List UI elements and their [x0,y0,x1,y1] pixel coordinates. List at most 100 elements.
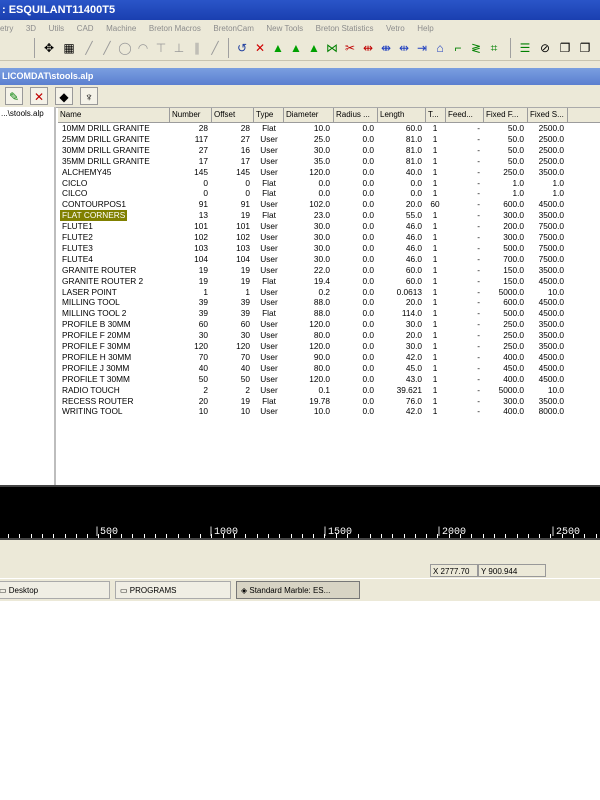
tool-icon[interactable]: ♆ [80,87,98,105]
table-row[interactable]: MILLING TOOL 39 39 User 88.0 0.0 20.0 1 - 600.0 45… [58,297,600,308]
cell-number: 120 [194,341,208,351]
mirror-icon[interactable]: ⋈ [323,39,341,57]
column-header-feed[interactable]: Feed... [446,108,484,122]
table-row[interactable]: CICLO 0 0 Flat 0.0 0.0 0.0 1 - 1.0 1.0 [58,178,600,189]
ruler-tick [30,534,32,538]
menu-3d[interactable]: 3D [26,21,36,36]
table-row[interactable]: RADIO TOUCH 2 2 User 0.1 0.0 39.621 1 - 5000.0 10.… [58,385,600,396]
circle-icon[interactable]: ◯ [116,39,134,57]
column-header-type[interactable]: Type [254,108,284,122]
table-row[interactable]: MILLING TOOL 2 39 39 Flat 88.0 0.0 114.0 1 - 500.… [58,308,600,319]
column-header-fixed-s[interactable]: Fixed S... [528,108,568,122]
table-row[interactable]: GRANITE ROUTER 19 19 User 22.0 0.0 60.0 1 - 150.0… [58,265,600,276]
table-row[interactable]: LASER POINT 1 1 User 0.2 0.0 0.0613 1 - 5000.0 10.… [58,287,600,298]
curve-icon[interactable]: ⌐ [449,39,467,57]
split-icon[interactable]: ⇼ [377,39,395,57]
column-header-t[interactable]: T... [426,108,446,122]
table-row[interactable]: FLUTE1 101 101 User 30.0 0.0 46.0 1 - 200.0 7500.0 [58,221,600,232]
dimension-icon[interactable]: ⊤ [152,39,170,57]
ruler-tick [121,534,122,538]
undo-icon[interactable]: ↺ [233,39,251,57]
column-header-fixed-f[interactable]: Fixed F... [484,108,528,122]
taskbar-desktop[interactable]: ▭ Desktop [0,581,110,599]
table-row[interactable]: PROFILE F 30MM 120 120 User 120.0 0.0 30.0 1 - 25… [58,341,600,352]
table-row[interactable]: 25MM DRILL GRANITE 117 27 User 25.0 0.0 81.0 1 -… [58,134,600,145]
menu-help[interactable]: Help [417,21,433,36]
line-icon[interactable]: ╱ [206,39,224,57]
menu-breton-statistics[interactable]: Breton Statistics [316,21,374,36]
tree-item[interactable]: ...\stools.alp [0,107,54,121]
zigzag-icon[interactable]: ≷ [467,39,485,57]
column-header-diameter[interactable]: Diameter [284,108,334,122]
table-row[interactable]: ALCHEMY45 145 145 User 120.0 0.0 40.0 1 - 250.0 35… [58,167,600,178]
ruler-tick [471,534,473,538]
table-row[interactable]: WRITING TOOL 10 10 User 10.0 0.0 42.0 1 - 400.0 80… [58,406,600,417]
cell-offset: 19 [240,395,250,406]
table-row[interactable]: 30MM DRILL GRANITE 27 16 User 30.0 0.0 81.0 1 - 5… [58,145,600,156]
table-row[interactable]: FLAT CORNERS 13 19 Flat 23.0 0.0 55.0 1 - 300.0 35… [58,210,600,222]
perpendicular-icon[interactable]: ⊥ [170,39,188,57]
taskbar-standard-marble[interactable]: ◈ Standard Marble: ES... [236,581,360,599]
hatch-icon[interactable]: ⊘ [536,39,554,57]
layers-icon[interactable]: ☰ [516,39,534,57]
ruler-tick [301,534,303,538]
edit-tool-icon[interactable]: ✎ [5,87,23,105]
menu-vetro[interactable]: Vetro [386,21,405,36]
table-row[interactable]: PROFILE H 30MM 70 70 User 90.0 0.0 42.0 1 - 400.0… [58,352,600,363]
cell-diameter: 0.2 [318,286,330,297]
menu-utils[interactable]: Utils [49,21,65,36]
node-icon[interactable]: ⌗ [485,39,503,57]
ruler-tick [64,534,66,538]
split-icon[interactable]: ⇹ [395,39,413,57]
cell-name: FLUTE4 [62,253,93,264]
parallel-icon[interactable]: ∥ [188,39,206,57]
table-row[interactable]: PROFILE T 30MM 50 50 User 120.0 0.0 43.0 1 - 400.… [58,374,600,385]
menu-bretoncam[interactable]: BretonCam [213,21,253,36]
cell-fixed-s: 8000.0 [538,406,564,417]
table-row[interactable]: PROFILE B 30MM 60 60 User 120.0 0.0 30.0 1 - 250.… [58,319,600,330]
table-row[interactable]: CONTOURPOS1 91 91 User 102.0 0.0 20.0 60 - 600.0 4… [58,199,600,210]
column-header-name[interactable]: Name [58,108,170,122]
table-row[interactable]: 35MM DRILL GRANITE 17 17 User 35.0 0.0 81.0 1 - 5… [58,156,600,167]
delete-tool-icon[interactable]: ✕ [30,87,48,105]
menu-new-tools[interactable]: New Tools [266,21,303,36]
cell-type: User [260,351,278,362]
menu-cad[interactable]: CAD [77,21,94,36]
up-arrow-icon[interactable]: ▲ [287,39,305,57]
table-row[interactable]: RECESS ROUTER 20 19 Flat 19.78 0.0 76.0 1 - 300.0… [58,396,600,407]
table-row[interactable]: FLUTE3 103 103 User 30.0 0.0 46.0 1 - 500.0 7500.0 [58,243,600,254]
up-arrow-icon[interactable]: ▲ [269,39,287,57]
line-icon[interactable]: ╱ [80,39,98,57]
taskbar-programs[interactable]: ▭ PROGRAMS [115,581,231,599]
cut-icon[interactable]: ✂ [341,39,359,57]
column-header-length[interactable]: Length [378,108,426,122]
cell-fixed-s: 2500.0 [538,155,564,166]
table-row[interactable]: GRANITE ROUTER 2 19 19 Flat 19.4 0.0 60.0 1 - 150… [58,276,600,287]
table-row[interactable]: 10MM DRILL GRANITE 28 28 Flat 10.0 0.0 60.0 1 - 5… [58,123,600,134]
window-icon[interactable]: ❐ [556,39,574,57]
menu-geometry[interactable]: etry [0,21,13,36]
table-row[interactable]: FLUTE4 104 104 User 30.0 0.0 46.0 1 - 700.0 7500.0 [58,254,600,265]
table-row[interactable]: CILCO 0 0 Flat 0.0 0.0 0.0 1 - 1.0 1.0 [58,188,600,199]
up-arrow-icon[interactable]: ▲ [305,39,323,57]
delete-icon[interactable]: ✕ [251,39,269,57]
column-header-radius[interactable]: Radius ... [334,108,378,122]
move-icon[interactable]: ✥ [40,39,58,57]
menu-breton-macros[interactable]: Breton Macros [149,21,201,36]
table-row[interactable]: PROFILE J 30MM 40 40 User 80.0 0.0 45.0 1 - 450.0… [58,363,600,374]
menu-machine[interactable]: Machine [106,21,136,36]
window-icon[interactable]: ❐ [576,39,594,57]
table-row[interactable]: FLUTE2 102 102 User 30.0 0.0 46.0 1 - 300.0 7500.0 [58,232,600,243]
cell-name: PROFILE H 30MM [62,351,132,362]
grid-icon[interactable]: ▦ [60,39,78,57]
column-header-number[interactable]: Number [170,108,212,122]
line-icon[interactable]: ╱ [98,39,116,57]
table-row[interactable]: PROFILE F 20MM 30 30 User 80.0 0.0 20.0 1 - 250.0… [58,330,600,341]
offset-icon[interactable]: ⇥ [413,39,431,57]
cell-fixed-s: 4500.0 [538,297,564,308]
column-header-offset[interactable]: Offset [212,108,254,122]
arc-icon[interactable]: ◠ [134,39,152,57]
eraser-icon[interactable]: ◆ [55,87,73,105]
curve-icon[interactable]: ⌂ [431,39,449,57]
join-icon[interactable]: ⇹ [359,39,377,57]
